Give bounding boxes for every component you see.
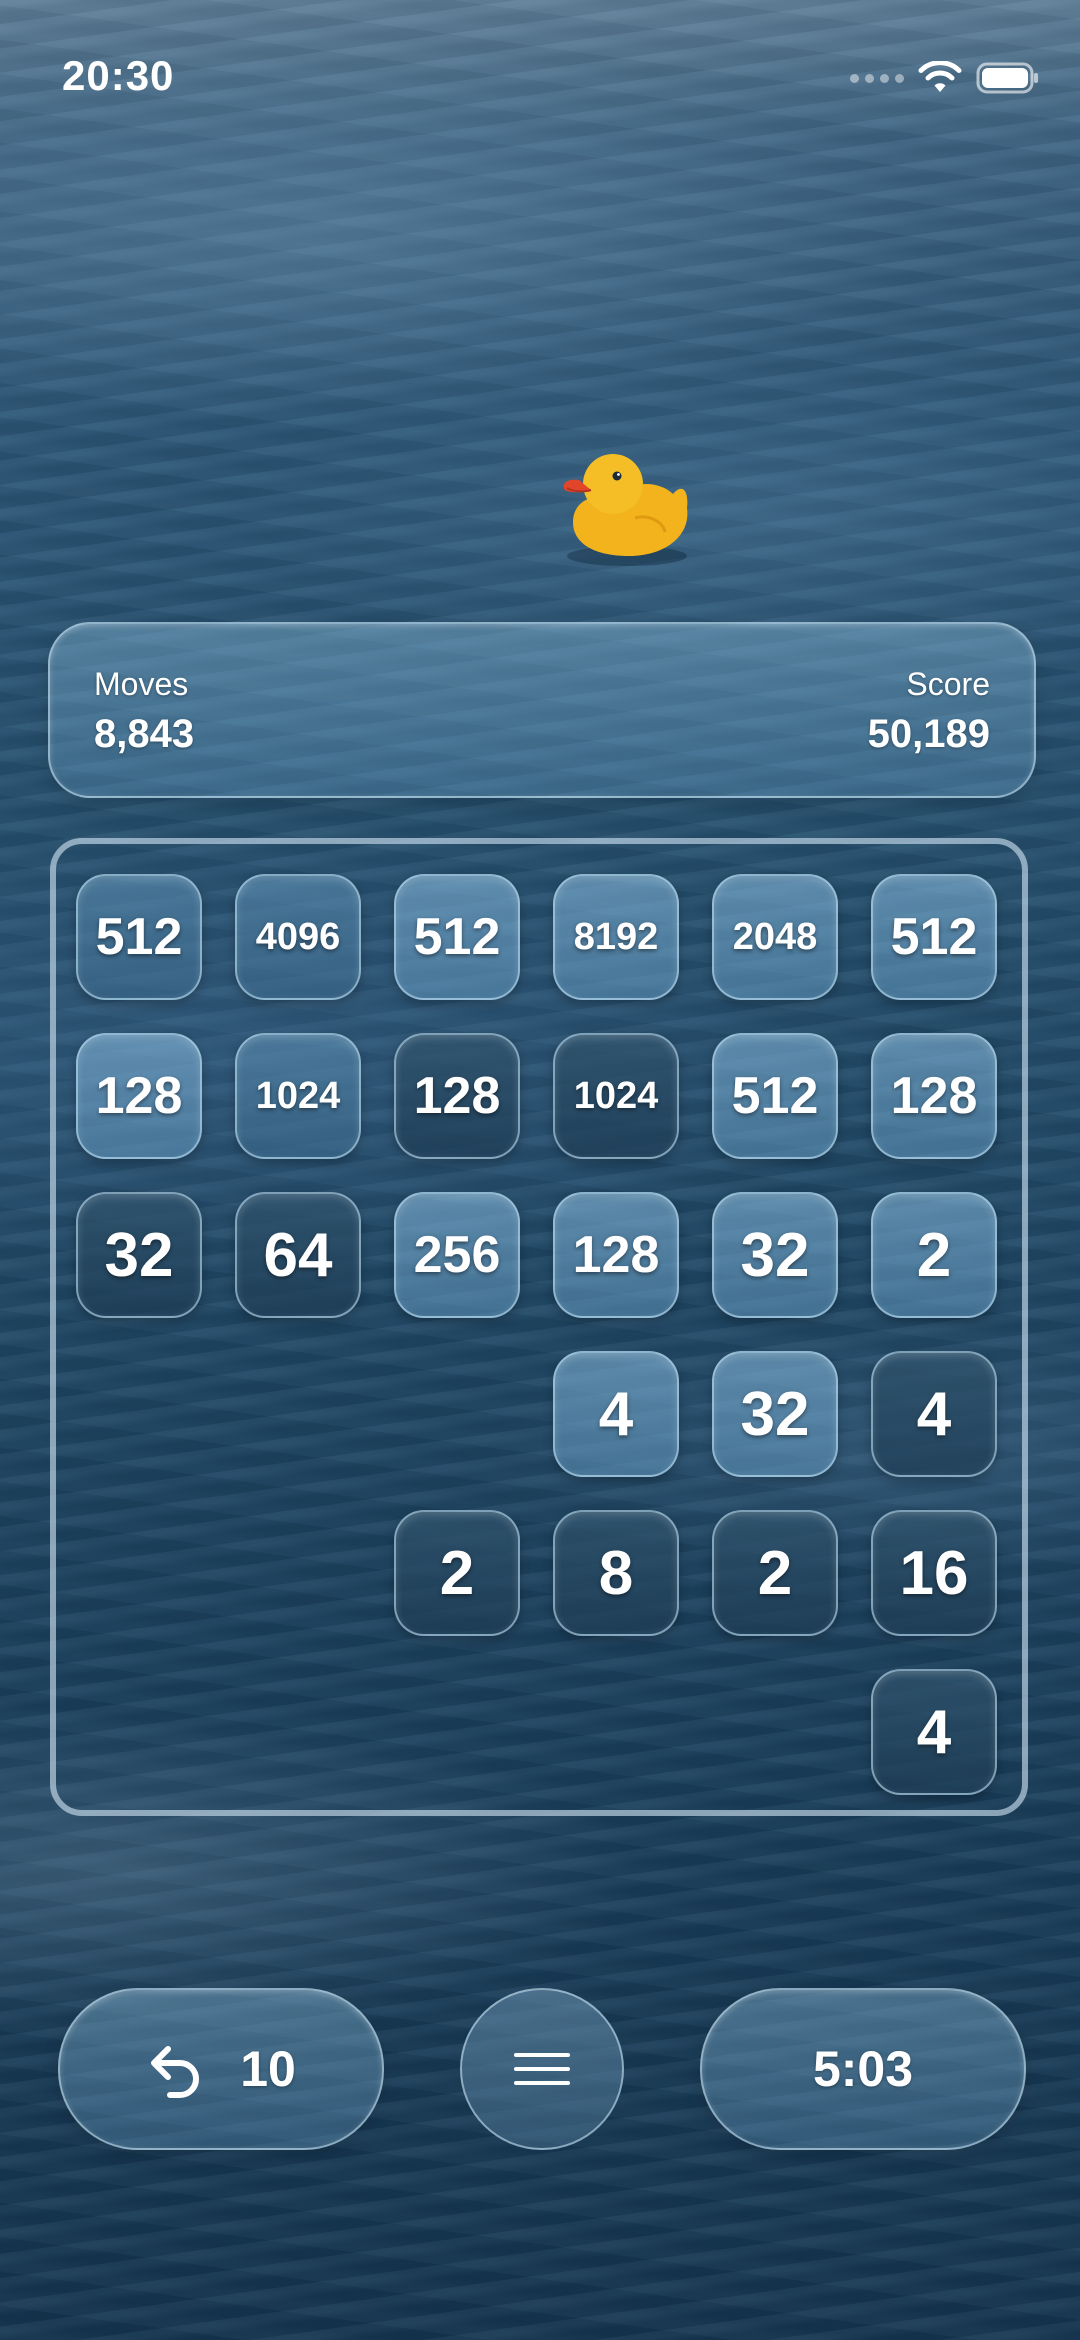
tile-r1-c5: 2048 <box>712 874 838 1000</box>
tile-r4-c4: 4 <box>553 1351 679 1477</box>
cellular-signal-icon <box>850 73 904 83</box>
tile-r2-c3: 128 <box>394 1033 520 1159</box>
tile-r3-c4: 128 <box>553 1192 679 1318</box>
tile-r1-c4: 8192 <box>553 874 679 1000</box>
tile-r3-c6: 2 <box>871 1192 997 1318</box>
undo-count: 10 <box>240 2041 296 2097</box>
tile-r5-c6: 16 <box>871 1510 997 1636</box>
rubber-duck-image <box>563 454 688 566</box>
tile-r6-c6: 4 <box>871 1669 997 1795</box>
tile-r4-c5: 32 <box>712 1351 838 1477</box>
tile-r4-c6: 4 <box>871 1351 997 1477</box>
moves-value: 8,843 <box>94 712 195 756</box>
tile-r5-c3: 2 <box>394 1510 520 1636</box>
status-bar: 20:30 <box>0 0 1080 150</box>
hamburger-menu-icon <box>514 2053 570 2085</box>
moves-label: Moves <box>94 666 189 702</box>
menu-button[interactable] <box>460 1988 624 2150</box>
status-icons <box>850 58 1040 98</box>
tile-r1-c2: 4096 <box>235 874 361 1000</box>
status-time: 20:30 <box>62 52 175 99</box>
battery-icon <box>976 62 1038 94</box>
tile-r2-c6: 128 <box>871 1033 997 1159</box>
tile-r3-c1: 32 <box>76 1192 202 1318</box>
tile-r5-c5: 2 <box>712 1510 838 1636</box>
tile-r3-c3: 256 <box>394 1192 520 1318</box>
tile-r2-c5: 512 <box>712 1033 838 1159</box>
undo-button[interactable]: 10 <box>58 1988 384 2150</box>
tile-r3-c2: 64 <box>235 1192 361 1318</box>
tile-r2-c1: 128 <box>76 1033 202 1159</box>
tile-r1-c6: 512 <box>871 874 997 1000</box>
stats-panel: Moves 8,843 Score 50,189 <box>48 622 1036 798</box>
tile-r1-c1: 512 <box>76 874 202 1000</box>
score-label: Score <box>906 666 990 702</box>
timer-value: 5:03 <box>812 2041 914 2097</box>
tile-r5-c4: 8 <box>553 1510 679 1636</box>
timer-button[interactable]: 5:03 <box>700 1988 1026 2150</box>
game-board[interactable]: 512 4096 512 8192 2048 512 128 1024 128 1024 512 12… <box>50 838 1028 1816</box>
undo-arrow-icon <box>151 2046 200 2098</box>
tile-r1-c3: 512 <box>394 874 520 1000</box>
tile-r2-c4: 1024 <box>553 1033 679 1159</box>
tile-r3-c5: 32 <box>712 1192 838 1318</box>
score-value: 50,189 <box>867 712 990 756</box>
tile-r2-c2: 1024 <box>235 1033 361 1159</box>
wifi-icon <box>918 61 962 92</box>
